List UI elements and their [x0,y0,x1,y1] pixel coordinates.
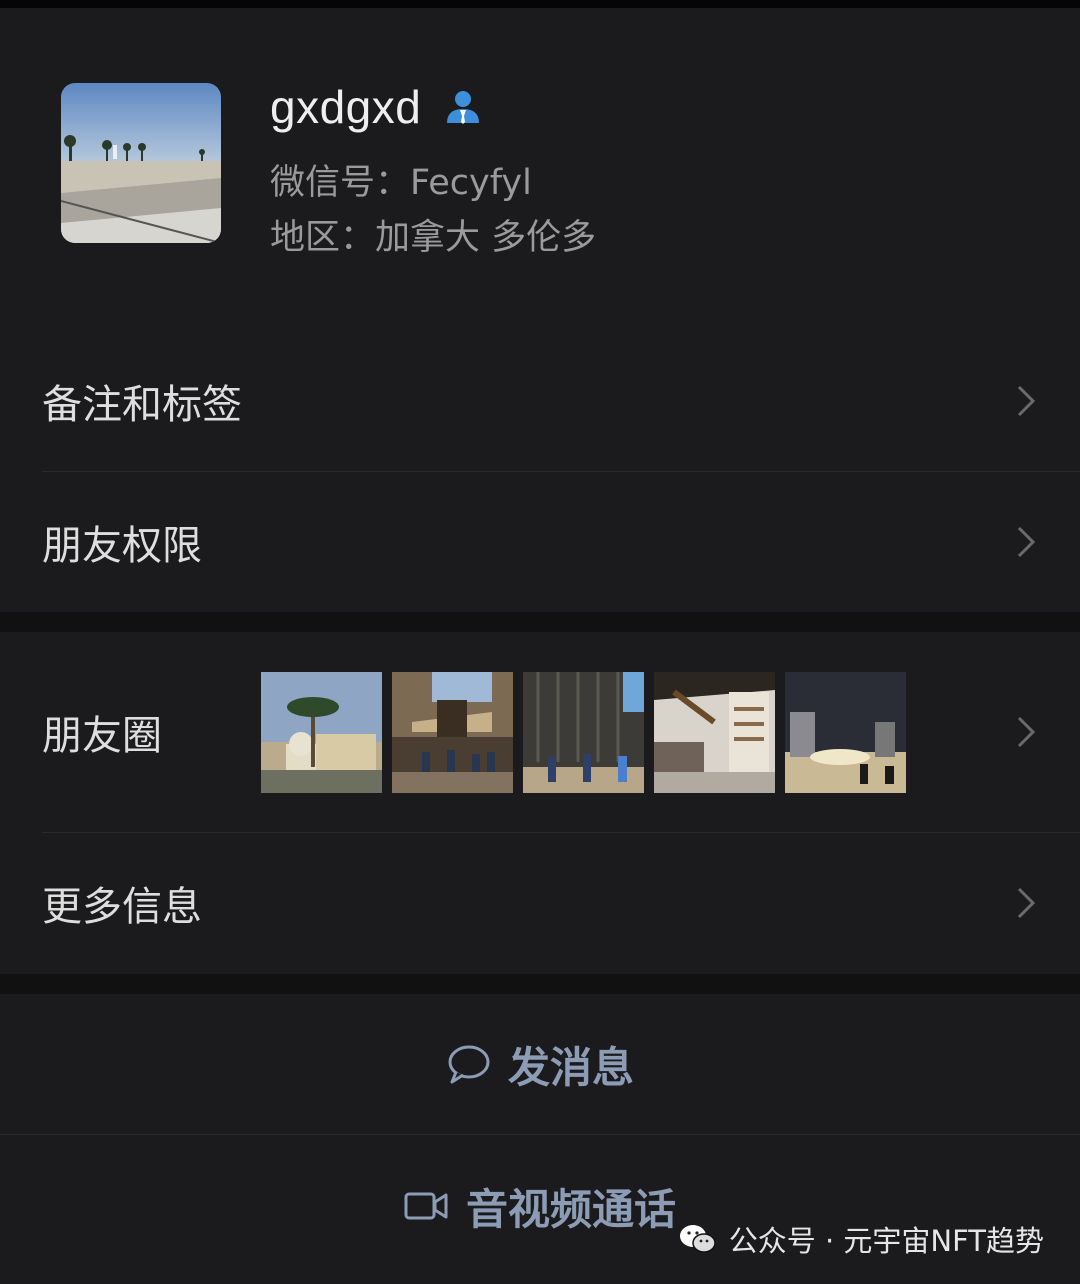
remark-tags-row[interactable]: 备注和标签 [0,330,1080,471]
moments-row[interactable]: 朋友圈 [0,632,1080,832]
moments-thumbnail [392,672,513,793]
friend-permissions-row[interactable]: 朋友权限 [0,471,1080,612]
section-moments: 朋友圈 更多信息 [0,632,1080,974]
chevron-right-icon [1017,887,1036,918]
moments-thumbnails [261,672,906,793]
profile-header: gxdgxd 微信号：Fecyfyl 地区：加拿大 多伦多 [0,8,1080,330]
user-badge-icon [443,87,483,127]
wechat-id: 微信号：Fecyfyl [270,163,532,203]
divider [0,1134,1080,1135]
wechat-logo-icon [679,1225,716,1253]
moments-thumbnail [261,672,382,793]
avatar[interactable] [61,83,221,243]
chat-bubble-icon [448,1045,490,1084]
chevron-right-icon [1017,526,1036,557]
more-info-label: 更多信息 [42,883,202,930]
video-call-label: 音视频通话 [465,1184,676,1234]
remark-tags-label: 备注和标签 [42,381,242,428]
region: 地区：加拿大 多伦多 [270,218,597,258]
moments-thumbnail [785,672,906,793]
chevron-right-icon [1017,385,1036,416]
more-info-row[interactable]: 更多信息 [0,832,1080,973]
friend-permissions-label: 朋友权限 [42,522,202,569]
chevron-right-icon [1017,716,1036,748]
watermark-text: 公众号 · 元宇宙NFT趋势 [728,1224,1044,1258]
top-strip [0,0,1080,8]
moments-thumbnail [654,672,775,793]
section-settings: 备注和标签 朋友权限 [0,330,1080,612]
moments-thumbnail [523,672,644,793]
watermark: 公众号 · 元宇宙NFT趋势 [679,1218,1044,1260]
profile-name: gxdgxd [270,81,422,133]
moments-label: 朋友圈 [42,713,162,759]
send-message-button[interactable]: 发消息 [0,994,1080,1134]
video-camera-icon [404,1192,448,1220]
send-message-label: 发消息 [507,1042,634,1092]
